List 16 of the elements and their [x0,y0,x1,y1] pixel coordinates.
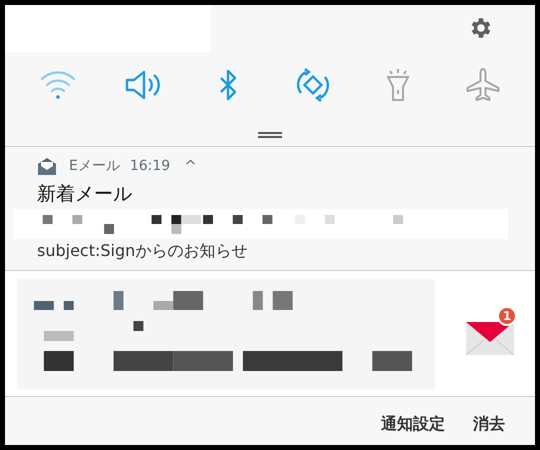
expand-button[interactable]: ^ [180,157,201,175]
action-button[interactable]: 通知設定 [371,403,455,445]
email-app-icon [37,157,57,175]
flashlight-icon[interactable] [384,68,410,102]
action-button[interactable]: 消去 [463,403,515,445]
drag-handle[interactable] [258,132,282,138]
notification-title: 新着メール [37,182,133,207]
bluetooth-icon[interactable] [218,69,238,101]
notification-time: 16:19 [130,158,170,174]
wifi-icon[interactable] [40,70,76,100]
rotate-icon[interactable] [296,68,330,102]
app-name: Eメール [69,157,120,175]
airplane-icon[interactable] [466,68,500,102]
unread-badge: 1 [497,306,517,326]
notification-subject: subject:Signからのお知らせ [37,241,248,262]
speaker-icon[interactable] [124,69,160,101]
